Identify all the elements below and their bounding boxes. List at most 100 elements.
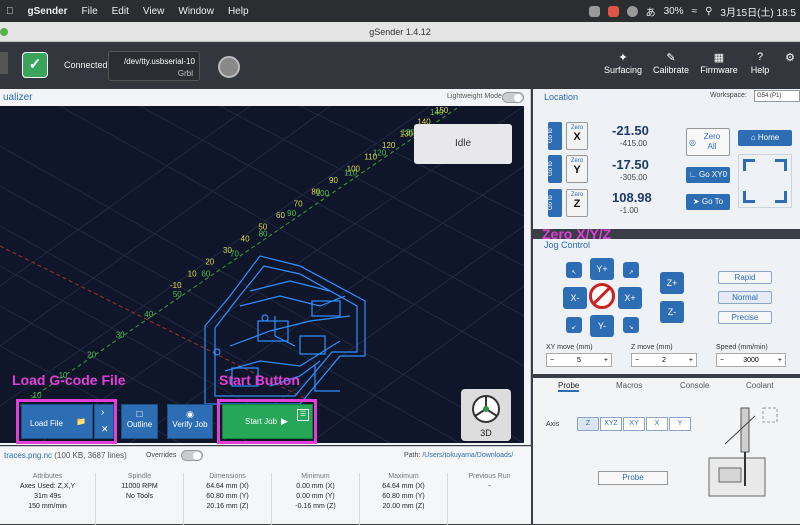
connected-check-icon[interactable]: ✓ <box>22 52 48 78</box>
jog-x-plus-button[interactable]: X+ <box>618 287 642 309</box>
settings-button[interactable]: ⚙ <box>780 51 800 65</box>
toolbar-surfacing[interactable]: ✦ Surfacing <box>599 51 647 75</box>
speed-rapid-button[interactable]: Rapid <box>718 271 772 284</box>
tab-console[interactable]: Console <box>680 381 709 390</box>
jog-diag-up-right-icon[interactable]: ↗ <box>623 262 639 278</box>
tab-probe[interactable]: Probe <box>558 381 580 392</box>
x-position[interactable]: -21.50 <box>612 123 649 138</box>
target-icon: ◎ <box>689 138 696 147</box>
jog-z-plus-button[interactable]: Z+ <box>660 272 684 294</box>
speed-normal-button[interactable]: Normal <box>718 291 772 304</box>
xy-move-value[interactable]: 5 <box>577 357 581 364</box>
corner-bottom-right-icon[interactable] <box>775 191 787 203</box>
plus-icon[interactable]: + <box>689 357 693 364</box>
tray-clock-icon[interactable] <box>626 5 638 17</box>
probe-axis-xy[interactable]: XY <box>623 417 645 431</box>
jog-diag-down-left-icon[interactable]: ↙ <box>566 317 582 333</box>
visualizer-canvas[interactable]: -10 10 20 30 40 50 60 70 80 90 100 110 120 130 140 -10 1… <box>0 106 524 443</box>
jog-z-minus-button[interactable]: Z- <box>660 301 684 323</box>
goto-x-button[interactable]: Go to <box>548 122 562 150</box>
stats-value: 31m 49s <box>34 493 61 500</box>
toolbar-calibrate[interactable]: ✎ Calibrate <box>647 51 695 75</box>
stop-jog-icon[interactable] <box>589 283 615 309</box>
corner-top-left-icon[interactable] <box>743 159 755 171</box>
goto-z-button[interactable]: Go to <box>548 189 562 217</box>
zero-z-button[interactable]: Zero Z <box>566 189 588 217</box>
corner-bottom-left-icon[interactable] <box>743 191 755 203</box>
disconnect-icon[interactable] <box>218 56 240 78</box>
zero-y-button[interactable]: Zero Y <box>566 155 588 183</box>
home-label: Home <box>757 133 780 142</box>
file-name: traces.png.nc (100 KB, 3687 lines) <box>4 451 127 460</box>
connection-status: Connected <box>64 60 108 70</box>
verify-job-button[interactable]: ◉ Verify Job <box>167 404 213 439</box>
ime-indicator[interactable]: あ <box>646 4 656 19</box>
goto-y-button[interactable]: Go to <box>548 155 562 183</box>
probe-axis-z[interactable]: Z <box>577 417 599 431</box>
tab-macros[interactable]: Macros <box>616 381 642 390</box>
y-position[interactable]: -17.50 <box>612 157 649 172</box>
probe-button[interactable]: Probe <box>598 471 668 485</box>
go-xy0-button[interactable]: ∟ Go XY0 <box>686 167 730 183</box>
menubar-datetime[interactable]: 3月15日(土) 18:5 <box>720 4 796 19</box>
menu-help[interactable]: Help <box>228 6 249 17</box>
tray-app-icon[interactable] <box>588 5 600 17</box>
toolbar-calibrate-label: Calibrate <box>652 65 690 75</box>
window-zoom-icon[interactable] <box>0 28 8 36</box>
battery-percent[interactable]: 30% <box>664 6 684 17</box>
minus-icon[interactable]: − <box>635 357 639 364</box>
speed-stepper[interactable]: − 3000 + <box>716 353 786 367</box>
zero-x-button[interactable]: Zero X <box>566 122 588 150</box>
stats-maximum: Maximum 64.64 mm (X) 60.80 mm (Y) 20.00 … <box>360 473 448 525</box>
probe-axis-y[interactable]: Y <box>669 417 691 431</box>
outline-button[interactable]: □ Outline <box>121 404 158 439</box>
menu-window[interactable]: Window <box>178 6 214 17</box>
send-icon: ➤ <box>692 197 700 206</box>
x-axis-tick-label: 50 <box>258 223 267 232</box>
wifi-icon[interactable]: ≈ <box>692 6 698 17</box>
menubar-search-icon[interactable]: ⚲ <box>705 6 712 17</box>
corner-top-right-icon[interactable] <box>775 159 787 171</box>
probe-axis-x[interactable]: X <box>646 417 668 431</box>
plus-icon[interactable]: + <box>778 357 782 364</box>
jog-x-minus-button[interactable]: X- <box>563 287 587 309</box>
z-move-stepper[interactable]: − 2 + <box>631 353 697 367</box>
jog-y-plus-button[interactable]: Y+ <box>590 258 614 280</box>
plus-icon[interactable]: + <box>604 357 608 364</box>
tray-record-icon[interactable] <box>607 5 619 17</box>
y-axis-tick-label: 60 <box>201 270 210 279</box>
menubar-app-name[interactable]: gSender <box>28 6 68 17</box>
xy-move-stepper[interactable]: − 5 + <box>546 353 612 367</box>
probe-axis-xyz[interactable]: XYZ <box>600 417 622 431</box>
speed-precise-button[interactable]: Precise <box>718 311 772 324</box>
lightweight-mode-toggle[interactable] <box>502 92 524 103</box>
chart-icon: ∟ <box>688 170 697 179</box>
home-button[interactable]: ⌂ Home <box>738 130 792 146</box>
y-axis-tick-label: 50 <box>173 290 182 299</box>
toolbar-help[interactable]: ? Help <box>736 51 784 75</box>
jog-diag-down-right-icon[interactable]: ↘ <box>623 317 639 333</box>
workspace-select[interactable]: G54 (P1) <box>754 90 800 102</box>
minus-icon[interactable]: − <box>720 357 724 364</box>
file-path: Path: /Users/tokuyama/Downloads/ <box>404 452 513 459</box>
sidebar-handle[interactable] <box>0 52 8 74</box>
apple-icon[interactable]:  <box>6 6 14 17</box>
stats-value: 60.80 mm (Y) <box>206 493 249 500</box>
menu-edit[interactable]: Edit <box>112 6 129 17</box>
z-position[interactable]: 108.98 <box>612 190 652 205</box>
jog-diag-up-left-icon[interactable]: ↖ <box>566 262 582 278</box>
tab-coolant[interactable]: Coolant <box>746 381 774 390</box>
speed-value[interactable]: 3000 <box>743 357 759 364</box>
menu-file[interactable]: File <box>82 6 98 17</box>
port-selector[interactable]: /dev/tty.usbserial-10 Grbl <box>108 51 200 81</box>
go-to-button[interactable]: ➤ Go To <box>686 194 730 210</box>
menu-view[interactable]: View <box>143 6 165 17</box>
z-machine-position: -1.00 <box>620 206 639 215</box>
overrides-toggle[interactable] <box>181 450 203 461</box>
zero-all-button[interactable]: ◎ Zero All <box>686 128 730 156</box>
minus-icon[interactable]: − <box>550 357 554 364</box>
stats-value: 0.00 mm (X) <box>296 483 335 490</box>
camera-view-button[interactable]: 3D <box>461 389 511 441</box>
jog-y-minus-button[interactable]: Y- <box>590 315 614 337</box>
z-move-value[interactable]: 2 <box>662 357 666 364</box>
